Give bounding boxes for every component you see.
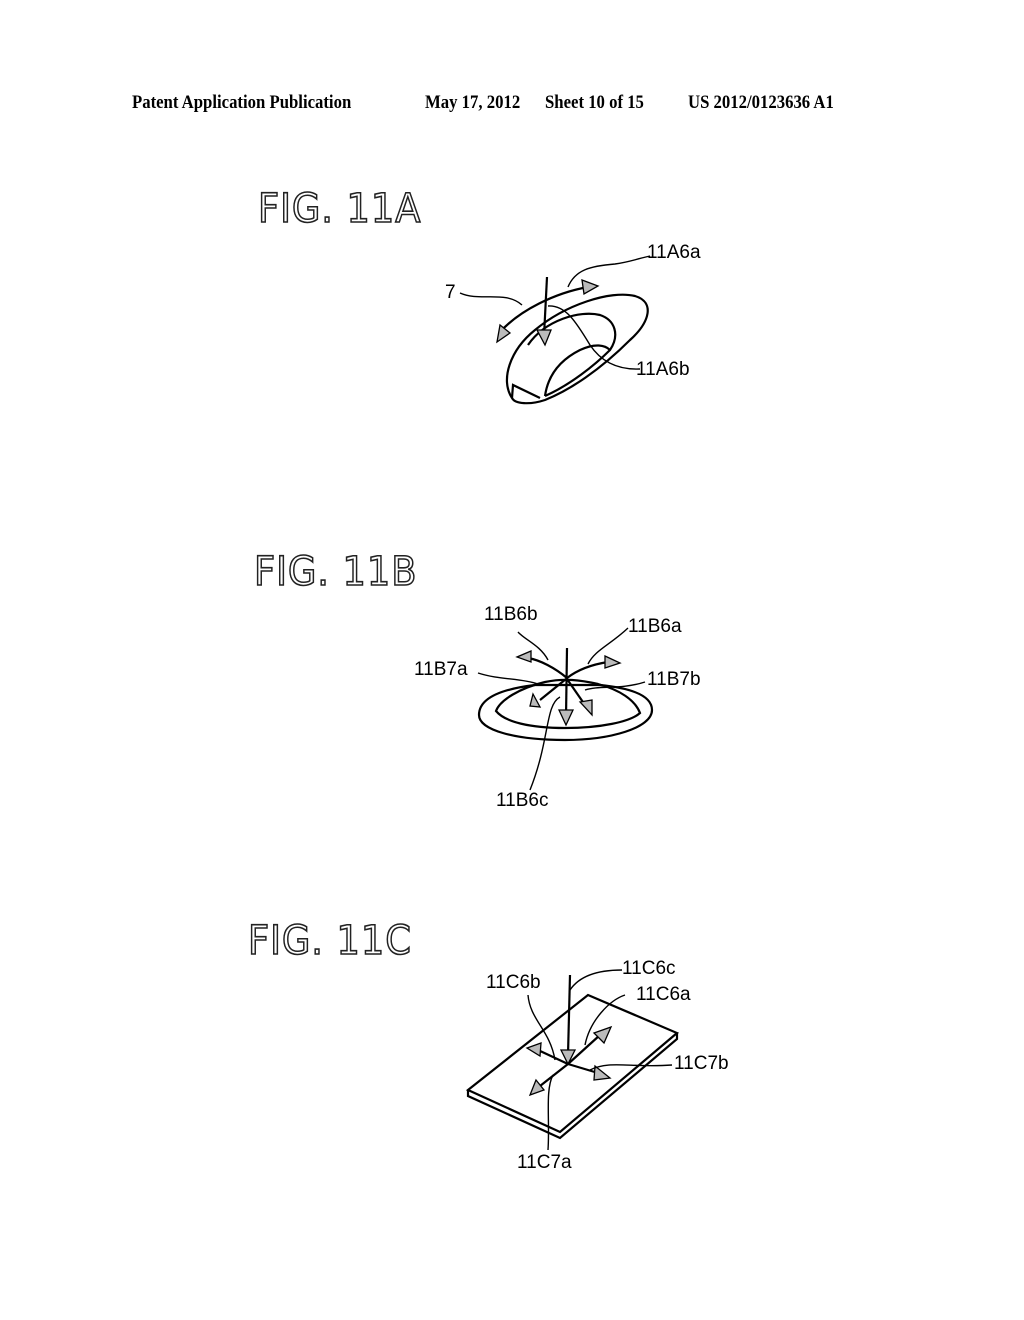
shell-outer-edge	[505, 293, 649, 405]
leader-11b6c	[529, 696, 561, 791]
fig-11b-drawing	[477, 627, 654, 791]
label-11c6a: 11C6a	[636, 984, 691, 1005]
arrow-head-down	[535, 329, 552, 347]
arrow-head-right	[581, 279, 600, 296]
arrow-11b6c-down	[564, 647, 569, 718]
label-11c7a: 11C7a	[517, 1152, 572, 1173]
label-11b7b: 11B7b	[647, 669, 701, 690]
leader-7	[459, 292, 523, 306]
label-11c6b: 11C6b	[486, 972, 541, 993]
label-11c7b: 11C7b	[674, 1053, 729, 1074]
label-11a6a: 11A6a	[647, 242, 701, 263]
label-11b6b: 11B6b	[484, 604, 538, 625]
leader-11a6b	[547, 305, 641, 370]
label-11c6c: 11C6c	[622, 958, 676, 979]
leader-11a6a	[567, 255, 651, 288]
arrow-head-11b7b	[578, 699, 593, 717]
arrow-head-11b6a	[604, 654, 622, 669]
label-11b7a: 11B7a	[414, 659, 468, 680]
arrow-11c7a	[539, 1063, 569, 1087]
shell-inner-rim	[543, 344, 611, 397]
fig-11a-drawing	[459, 255, 651, 405]
leader-11c7a	[547, 1074, 554, 1151]
arrow-11c6c-down	[566, 974, 572, 1056]
arrow-head-11c6b	[525, 1042, 542, 1058]
arrow-head-left	[496, 323, 512, 344]
label-7: 7	[445, 282, 456, 303]
label-11b6a: 11B6a	[628, 616, 682, 637]
arrow-head-11b6c	[557, 709, 575, 727]
arrow-head-11b7a	[529, 692, 542, 708]
figure-title-11b: FIG. 11B	[253, 548, 418, 596]
arrow-11b6b	[527, 656, 568, 679]
arrow-head-11c7a	[528, 1078, 546, 1097]
leader-11b7a	[477, 672, 539, 685]
arrow-11b6a	[566, 660, 609, 679]
figure-drawings	[459, 255, 680, 1151]
label-11b6c: 11B6c	[496, 790, 549, 811]
figure-title-11a: FIG. 11A	[257, 185, 422, 233]
leader-11c6c	[569, 969, 623, 991]
figure-title-11c: FIG. 11C	[247, 917, 412, 965]
arrow-head-11b6b	[515, 650, 532, 663]
label-11a6b: 11A6b	[636, 359, 690, 380]
arrow-head-11c6a	[592, 1025, 613, 1045]
shell-cut-edge	[510, 383, 541, 399]
leader-11c7b	[589, 1064, 673, 1071]
